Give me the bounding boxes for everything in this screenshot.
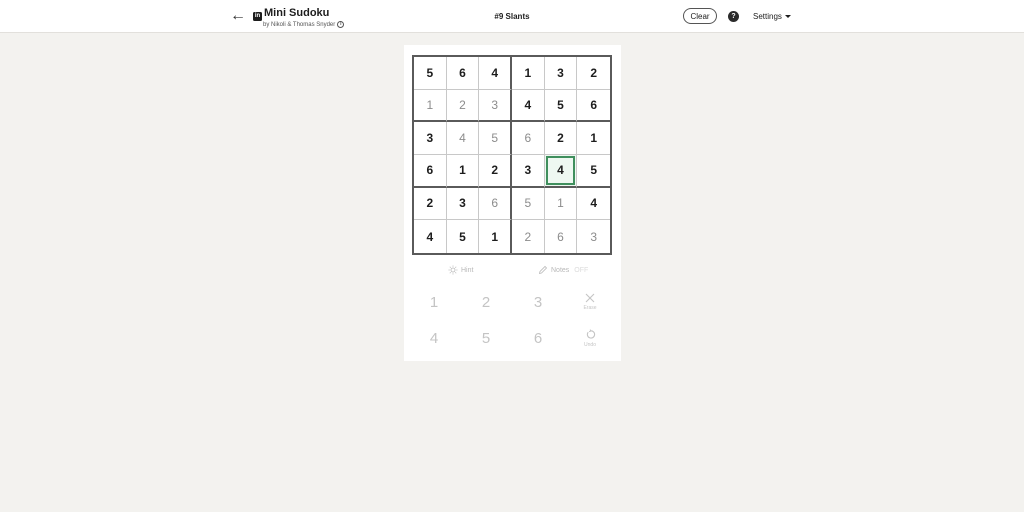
- grid-cell[interactable]: 2: [479, 155, 512, 188]
- grid-cell[interactable]: 1: [446, 155, 480, 188]
- caret-down-icon: [784, 15, 791, 18]
- notes-toggle[interactable]: Notes OFF: [538, 265, 588, 275]
- clear-button[interactable]: Clear: [683, 8, 717, 24]
- grid-cell[interactable]: 1: [414, 89, 447, 123]
- lightbulb-icon: [448, 265, 458, 275]
- number-keypad: 1 2 3 Erase 4 5 6 Undo: [404, 285, 621, 361]
- linkedin-logo-icon: in: [253, 12, 262, 21]
- undo-icon: [586, 328, 595, 339]
- grid-cell[interactable]: 3: [479, 89, 512, 123]
- grid-cell[interactable]: 5: [577, 155, 610, 188]
- grid-cell[interactable]: 2: [512, 220, 545, 253]
- notes-label: Notes: [551, 266, 570, 274]
- close-icon: [585, 293, 595, 303]
- grid-cell[interactable]: 5: [446, 220, 480, 253]
- grid-cell[interactable]: 3: [544, 57, 578, 90]
- grid-cell[interactable]: 3: [414, 122, 447, 155]
- sudoku-grid: 564132123456345621612345236514451263: [412, 55, 612, 255]
- grid-cell[interactable]: 3: [446, 187, 480, 221]
- keypad-key-5[interactable]: 5: [466, 323, 506, 353]
- hint-button[interactable]: Hint: [448, 265, 473, 275]
- grid-cell[interactable]: 1: [512, 57, 545, 90]
- undo-label: Undo: [584, 341, 596, 348]
- grid-cell[interactable]: 6: [577, 89, 610, 123]
- grid-cell[interactable]: 5: [479, 122, 512, 155]
- tools-row: Hint Notes OFF: [404, 265, 621, 277]
- undo-button[interactable]: Undo: [570, 323, 610, 353]
- grid-cell[interactable]: 6: [512, 122, 545, 155]
- grid-cell[interactable]: 4: [414, 220, 447, 253]
- game-panel: 564132123456345621612345236514451263 Hin…: [404, 45, 621, 361]
- grid-cell[interactable]: 2: [446, 89, 480, 123]
- keypad-key-4[interactable]: 4: [414, 323, 454, 353]
- erase-button[interactable]: Erase: [570, 287, 610, 317]
- grid-cell[interactable]: 4: [446, 122, 480, 155]
- grid-cell[interactable]: 4: [577, 187, 610, 221]
- grid-cell[interactable]: 1: [479, 220, 512, 253]
- keypad-key-2[interactable]: 2: [466, 287, 506, 317]
- help-icon[interactable]: ?: [728, 11, 739, 22]
- grid-cell[interactable]: 3: [512, 155, 545, 188]
- keypad-key-6[interactable]: 6: [518, 323, 558, 353]
- grid-cell[interactable]: 5: [544, 89, 578, 123]
- settings-menu[interactable]: Settings: [753, 12, 791, 21]
- grid-cell[interactable]: 1: [577, 122, 610, 155]
- grid-cell[interactable]: 5: [512, 187, 545, 221]
- grid-cell[interactable]: 4: [512, 89, 545, 123]
- grid-cell[interactable]: 1: [544, 187, 578, 221]
- hint-label: Hint: [461, 266, 474, 274]
- byline-text: by Nikoli & Thomas Snyder: [263, 21, 336, 28]
- grid-cell[interactable]: 2: [414, 187, 447, 221]
- notes-state: OFF: [574, 266, 589, 274]
- back-arrow-icon[interactable]: ←: [229, 7, 247, 25]
- grid-cell[interactable]: 2: [577, 57, 610, 90]
- game-byline: by Nikoli & Thomas Snyder i: [263, 21, 345, 28]
- top-bar: ← in Mini Sudoku by Nikoli & Thomas Snyd…: [0, 0, 1024, 33]
- keypad-key-1[interactable]: 1: [414, 287, 454, 317]
- grid-cell[interactable]: 6: [479, 187, 512, 221]
- grid-cell[interactable]: 5: [414, 57, 447, 90]
- keypad-key-3[interactable]: 3: [518, 287, 558, 317]
- grid-cell[interactable]: 6: [544, 220, 578, 253]
- pencil-icon: [538, 265, 548, 275]
- grid-cell[interactable]: 3: [577, 220, 610, 253]
- info-icon[interactable]: i: [337, 21, 345, 28]
- grid-cell[interactable]: 6: [414, 155, 447, 188]
- puzzle-name: #9 Slants: [494, 12, 530, 21]
- grid-cell[interactable]: 6: [446, 57, 480, 90]
- selected-cell[interactable]: 4: [544, 155, 578, 188]
- game-title: Mini Sudoku: [264, 7, 330, 19]
- grid-cell[interactable]: 4: [479, 57, 512, 90]
- settings-label: Settings: [753, 12, 782, 21]
- erase-label: Erase: [583, 305, 597, 311]
- grid-cell[interactable]: 2: [544, 122, 578, 155]
